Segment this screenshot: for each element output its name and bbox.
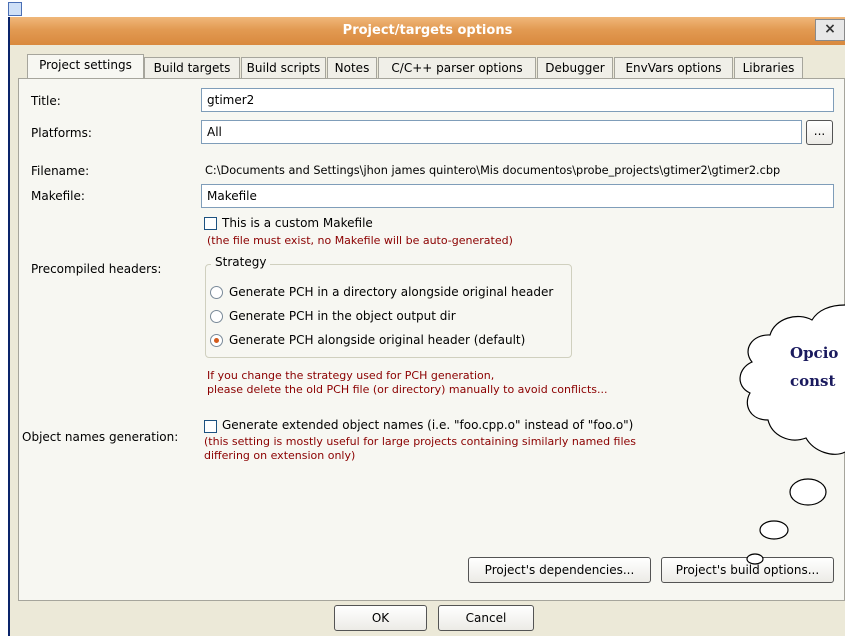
tab-debugger[interactable]: Debugger: [537, 57, 613, 79]
cancel-button[interactable]: Cancel: [438, 605, 534, 631]
tab-parser-options[interactable]: C/C++ parser options: [378, 57, 536, 79]
strategy-title: Strategy: [211, 255, 271, 269]
pch-option-alongside-label[interactable]: Generate PCH alongside original header (…: [229, 333, 525, 347]
project-build-options-button[interactable]: Project's build options...: [661, 557, 834, 583]
window-title: Project/targets options: [342, 23, 513, 38]
custom-makefile-note: (the file must exist, no Makefile will b…: [207, 234, 513, 247]
custom-makefile-checkbox[interactable]: [204, 217, 217, 230]
dialog-window: Project/targets options × Project settin…: [0, 0, 845, 636]
close-button[interactable]: ×: [815, 19, 845, 41]
platforms-label: Platforms:: [31, 126, 92, 140]
tab-build-scripts[interactable]: Build scripts: [241, 57, 326, 79]
custom-makefile-label: This is a custom Makefile: [222, 216, 373, 230]
tab-build-targets[interactable]: Build targets: [144, 57, 240, 79]
pch-option-directory-label[interactable]: Generate PCH in a directory alongside or…: [229, 285, 553, 299]
makefile-label: Makefile:: [31, 189, 85, 203]
pch-option-output-dir-label[interactable]: Generate PCH in the object output dir: [229, 309, 456, 323]
objnames-note-line-2: differing on extension only): [204, 449, 356, 462]
pch-option-alongside-radio[interactable]: [210, 334, 223, 347]
objnames-checkbox-label: Generate extended object names (i.e. "fo…: [222, 418, 634, 432]
pch-label: Precompiled headers:: [31, 262, 162, 276]
pch-option-output-dir-radio[interactable]: [210, 310, 223, 323]
objnames-label: Object names generation:: [22, 430, 179, 444]
tab-envvars-options[interactable]: EnvVars options: [614, 57, 733, 79]
title-label: Title:: [31, 94, 61, 108]
ok-button[interactable]: OK: [334, 605, 427, 631]
makefile-input[interactable]: Makefile: [201, 184, 834, 208]
project-dependencies-button[interactable]: Project's dependencies...: [468, 557, 651, 583]
filename-value: C:\Documents and Settings\jhon james qui…: [205, 164, 781, 177]
filename-label: Filename:: [31, 164, 90, 178]
platforms-browse-button[interactable]: ...: [806, 120, 833, 145]
title-bar[interactable]: Project/targets options: [10, 17, 845, 45]
pch-option-directory-radio[interactable]: [210, 286, 223, 299]
objnames-checkbox[interactable]: [204, 420, 217, 433]
objnames-note-line-1: (this setting is mostly useful for large…: [204, 435, 637, 448]
tab-notes[interactable]: Notes: [327, 57, 377, 79]
pch-warning-line-1: If you change the strategy used for PCH …: [207, 369, 495, 382]
callout-text: Opcio const: [790, 339, 838, 395]
tab-project-settings[interactable]: Project settings: [27, 54, 144, 79]
pch-warning-line-2: please delete the old PCH file (or direc…: [207, 383, 608, 396]
tab-libraries[interactable]: Libraries: [734, 57, 803, 79]
platforms-input[interactable]: All: [201, 120, 802, 144]
callout-text-line-2: const: [790, 372, 836, 390]
title-input[interactable]: gtimer2: [201, 88, 834, 112]
callout-text-line-1: Opcio: [790, 344, 839, 362]
